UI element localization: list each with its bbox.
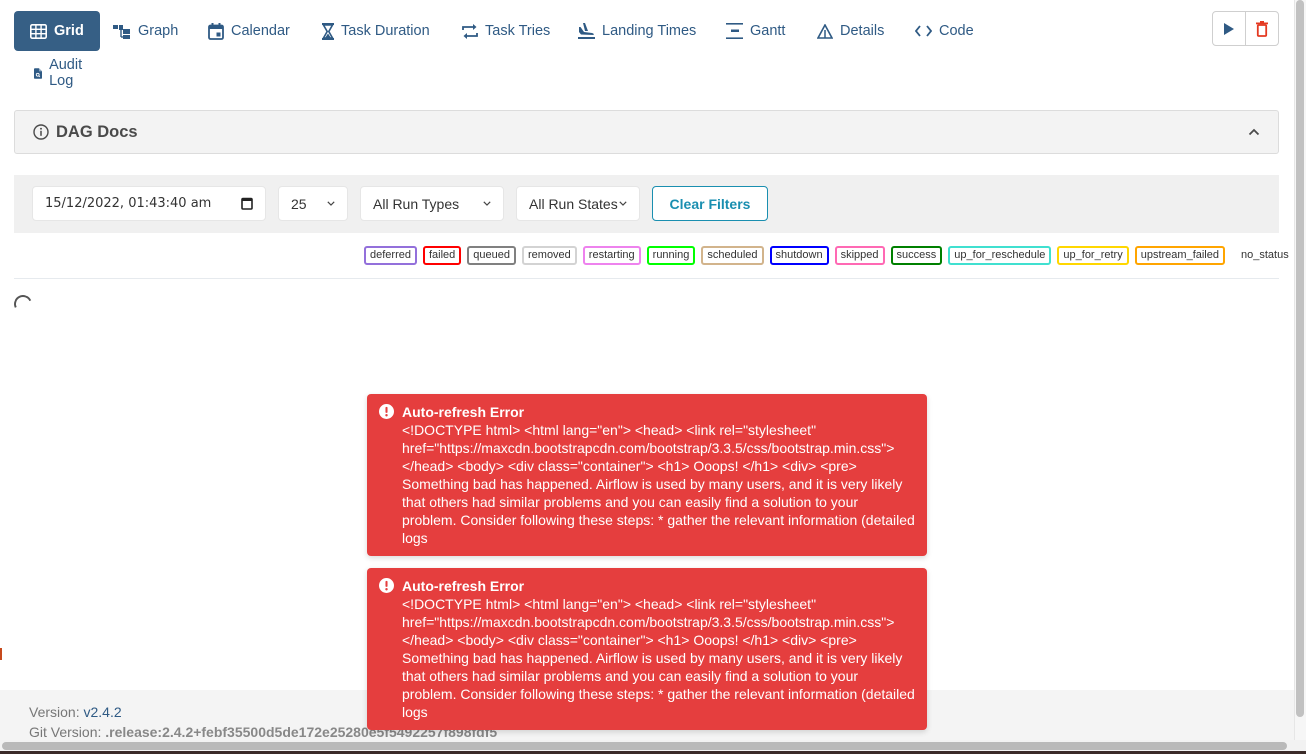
play-icon [1224, 22, 1234, 35]
plane-landing-icon [578, 23, 595, 39]
alert-circle-icon [379, 404, 394, 419]
error-toast[interactable]: Auto-refresh Error <!DOCTYPE html> <html… [367, 394, 927, 556]
nav-tab-audit-log[interactable]: Audit Log [34, 57, 87, 89]
file-search-icon [34, 67, 43, 79]
nav-label: Details [840, 23, 885, 39]
dag-view-nav: Grid Graph Calendar Task Duration Task T… [14, 11, 1306, 51]
legend-shutdown[interactable]: shutdown [769, 246, 829, 265]
base-date-input[interactable]: 15/12/2022, 01:43:40 am [32, 186, 266, 221]
nav-tab-details[interactable]: Details [817, 11, 884, 51]
divider [14, 278, 1279, 279]
calendar-icon [208, 22, 224, 40]
chevron-down-icon [483, 201, 491, 206]
legend-running[interactable]: running [646, 246, 696, 265]
chevron-down-icon [619, 201, 627, 206]
chevron-up-icon[interactable] [1248, 128, 1260, 136]
legend-scheduled[interactable]: scheduled [701, 246, 764, 265]
delete-dag-button[interactable] [1245, 12, 1278, 45]
clear-filters-button[interactable]: Clear Filters [652, 186, 768, 221]
legend-restarting[interactable]: restarting [582, 246, 641, 265]
run-state-value: All Run States [529, 195, 618, 212]
vertical-scrollbar-thumb[interactable] [1296, 0, 1304, 717]
legend-deferred[interactable]: deferred [364, 246, 417, 265]
filters-bar: 15/12/2022, 01:43:40 am 25 All Run Types… [14, 175, 1279, 233]
run-type-value: All Run Types [373, 195, 460, 212]
num-runs-select[interactable]: 25 [278, 186, 348, 221]
info-icon [33, 124, 49, 140]
version-label: Version: [29, 704, 80, 720]
legend-up-for-retry[interactable]: up_for_retry [1057, 246, 1129, 265]
run-state-select[interactable]: All Run States [516, 186, 640, 221]
hourglass-icon [322, 22, 334, 40]
nav-label: Landing Times [602, 23, 697, 39]
nav-tab-gantt[interactable]: Gantt [726, 11, 785, 51]
dag-actions [1212, 11, 1279, 46]
warning-triangle-icon [817, 23, 833, 39]
nav-tab-calendar[interactable]: Calendar [208, 11, 290, 51]
legend-failed[interactable]: failed [422, 246, 462, 265]
nav-label: Calendar [231, 23, 290, 39]
trigger-dag-button[interactable] [1213, 12, 1245, 45]
legend-removed[interactable]: removed [522, 246, 577, 265]
nav-label: Gantt [750, 23, 786, 39]
nav-label: Grid [54, 23, 84, 39]
git-version-label: Git Version: [29, 724, 102, 740]
nav-label: Task Tries [485, 23, 551, 39]
loading-spinner [11, 292, 35, 316]
legend-upstream-failed[interactable]: upstream_failed [1134, 246, 1225, 265]
toast-title: Auto-refresh Error [402, 578, 525, 594]
legend-no-status[interactable]: no_status [1235, 246, 1295, 265]
nav-tab-grid[interactable]: Grid [14, 11, 100, 51]
nav-tab-graph[interactable]: Graph [113, 11, 178, 51]
nav-tab-landing-times[interactable]: Landing Times [578, 11, 696, 51]
grid-icon [30, 23, 47, 39]
nav-label: Code [939, 23, 974, 39]
trash-icon [1256, 20, 1268, 37]
dag-docs-panel[interactable]: DAG Docs [14, 110, 1279, 154]
code-icon [915, 25, 932, 37]
edge-indicator [0, 648, 2, 660]
base-date-value: 15/12/2022, 01:43:40 am [45, 196, 212, 211]
horizontal-scrollbar-thumb[interactable] [2, 742, 1287, 750]
gantt-icon [726, 23, 743, 39]
toast-message: <!DOCTYPE html> <html lang="en"> <head> … [402, 596, 915, 720]
toast-title: Auto-refresh Error [402, 404, 525, 420]
chevron-down-icon [327, 201, 335, 206]
version-link[interactable]: v2.4.2 [83, 704, 121, 720]
run-type-select[interactable]: All Run Types [360, 186, 504, 221]
legend-skipped[interactable]: skipped [834, 246, 885, 265]
nav-tab-task-duration[interactable]: Task Duration [322, 11, 430, 51]
dag-docs-title: DAG Docs [56, 122, 138, 141]
calendar-picker-icon[interactable] [241, 197, 253, 210]
num-runs-value: 25 [291, 195, 307, 212]
legend-up-for-reschedule[interactable]: up_for_reschedule [948, 246, 1052, 265]
status-legend: deferred failed queued removed restarting run… [364, 246, 1295, 265]
legend-queued[interactable]: queued [467, 246, 516, 265]
error-toast[interactable]: Auto-refresh Error <!DOCTYPE html> <html… [367, 568, 927, 730]
toast-message: <!DOCTYPE html> <html lang="en"> <head> … [402, 422, 915, 546]
graph-icon [113, 24, 130, 39]
repeat-icon [462, 23, 478, 39]
nav-label: Audit Log [49, 57, 83, 89]
nav-label: Task Duration [341, 23, 430, 39]
nav-label: Graph [138, 23, 179, 39]
nav-tab-code[interactable]: Code [915, 11, 974, 51]
legend-success[interactable]: success [890, 246, 943, 265]
alert-circle-icon [379, 578, 394, 593]
nav-tab-task-tries[interactable]: Task Tries [462, 11, 550, 51]
